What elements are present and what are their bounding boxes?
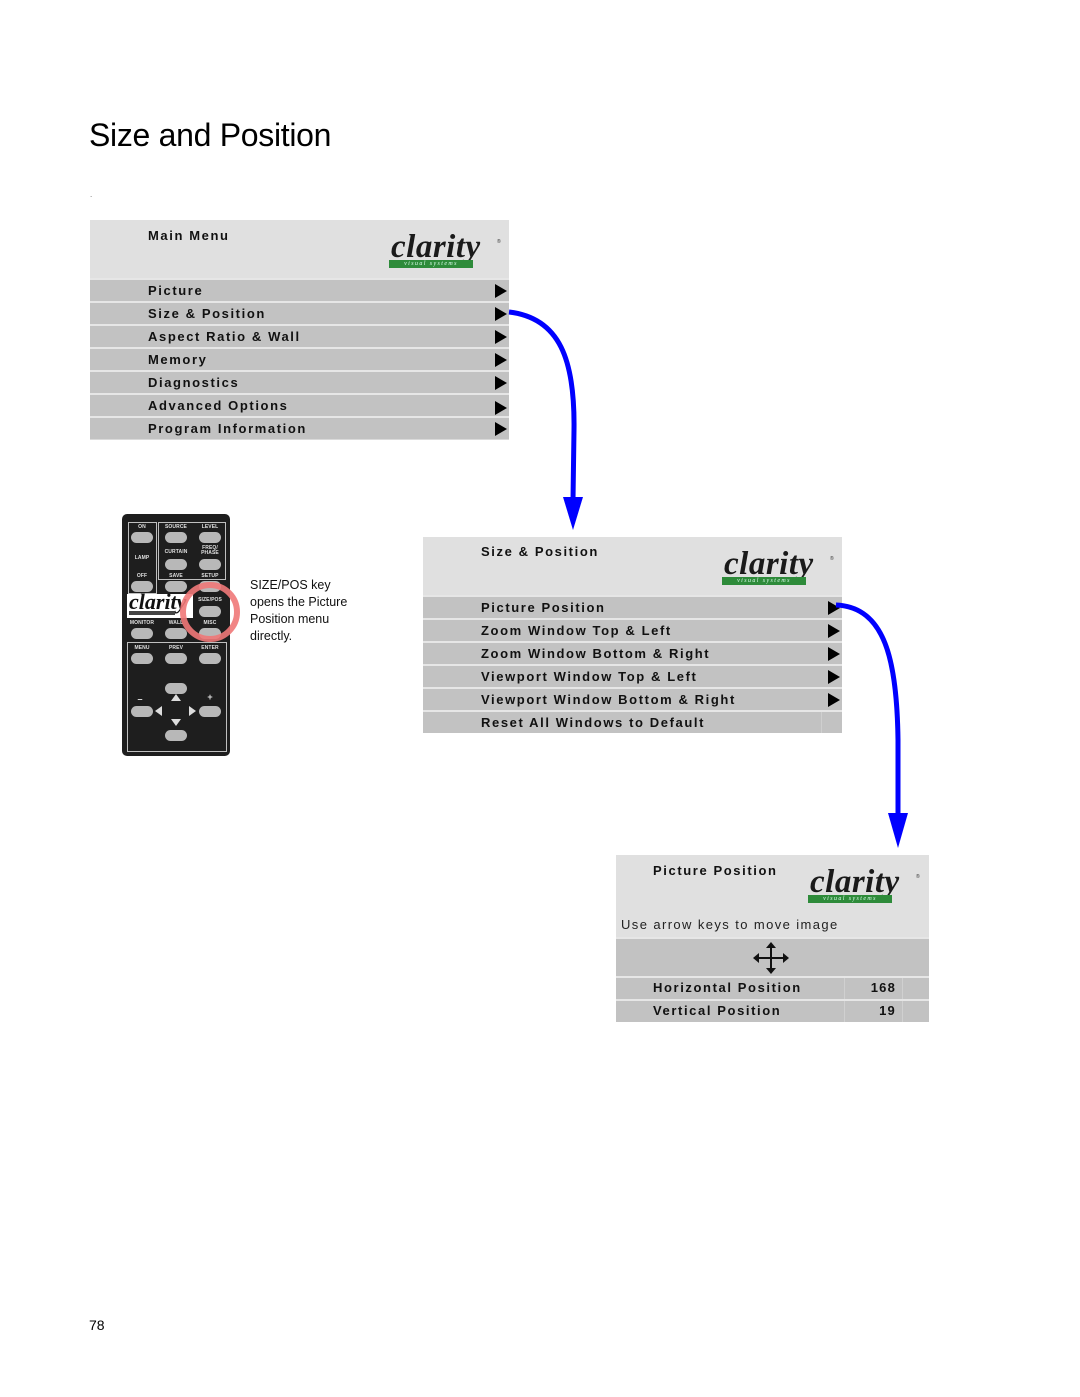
page-number: 78 xyxy=(89,1317,105,1333)
flow-arrowhead-2 xyxy=(888,813,908,848)
flow-arrowhead-1 xyxy=(563,497,583,530)
flow-arrows xyxy=(508,309,908,848)
flow-arrow-2 xyxy=(835,602,901,815)
flow-arrow-1 xyxy=(508,309,577,501)
